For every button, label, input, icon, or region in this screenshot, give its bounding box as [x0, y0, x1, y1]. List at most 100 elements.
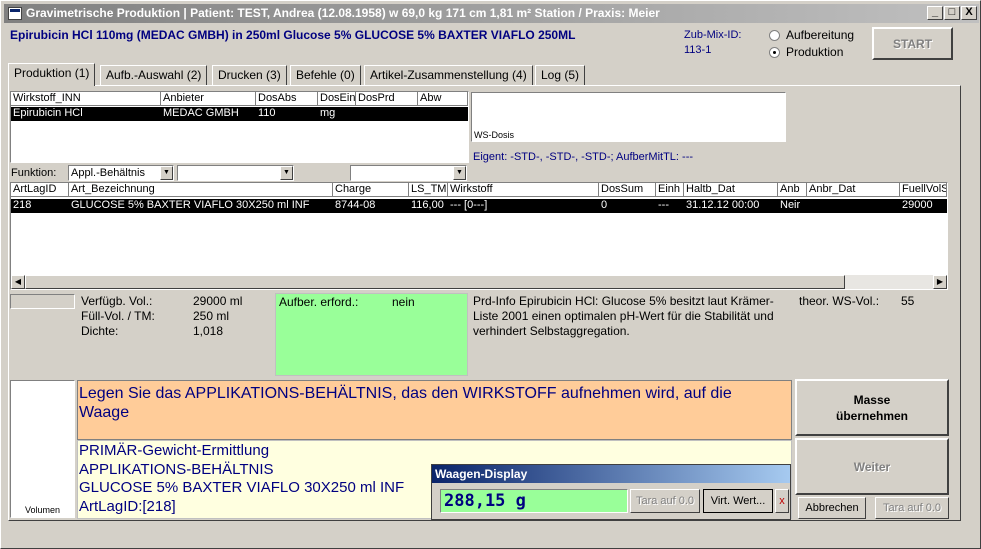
instruction-text: Legen Sie das APPLIKATIONS-BEHÄLTNIS, da… — [79, 385, 732, 421]
scroll-right-icon[interactable]: ▶ — [933, 275, 947, 289]
window-title: Gravimetrische Produktion | Patient: TES… — [26, 6, 660, 20]
app-icon — [8, 7, 22, 20]
cell: 0 — [601, 199, 608, 211]
column-header[interactable]: DosPrd — [356, 92, 418, 106]
column-header[interactable]: DosAbs — [256, 92, 318, 106]
cell: GLUCOSE 5% BAXTER VIAFLO 30X250 ml INF — [71, 199, 310, 211]
start-button[interactable]: START — [872, 27, 953, 60]
radio-produktion[interactable]: Produktion — [769, 45, 843, 59]
radio-aufbereitung[interactable]: Aufbereitung — [769, 28, 854, 42]
cell: 8744-08 — [335, 199, 376, 211]
column-header[interactable]: Art_Bezeichnung — [69, 183, 333, 197]
cell: 31.12.12 00:00 — [686, 199, 760, 211]
maximize-button[interactable]: □ — [944, 6, 960, 20]
column-header[interactable]: LS_TM — [409, 183, 448, 197]
product-description: Epirubicin HCl 110mg (MEDAC GMBH) in 250… — [10, 28, 576, 42]
artikel-grid-header: ArtLagID Art_Bezeichnung Charge LS_TM Wi… — [11, 183, 947, 197]
cell: 116,00 — [411, 199, 444, 211]
wirkstoff-grid[interactable]: Wirkstoff_INN Anbieter DosAbs DosEin Dos… — [10, 91, 469, 163]
chevron-down-icon[interactable]: ▼ — [280, 166, 293, 180]
table-row[interactable]: 218 GLUCOSE 5% BAXTER VIAFLO 30X250 ml I… — [11, 199, 947, 213]
scroll-left-icon[interactable]: ◀ — [11, 275, 25, 289]
artikel-grid[interactable]: ArtLagID Art_Bezeichnung Charge LS_TM Wi… — [10, 182, 948, 290]
tara-button[interactable]: Tara auf 0.0 — [875, 497, 949, 519]
column-header[interactable]: DosEin — [318, 92, 356, 106]
masse-uebernehmen-button[interactable]: Masse übernehmen — [795, 379, 949, 436]
cell: mg — [320, 107, 336, 119]
column-header[interactable]: Anbieter — [161, 92, 256, 106]
zub-mix-id-label: Zub-Mix-ID: — [684, 29, 742, 41]
column-header[interactable]: FuellVolS — [900, 183, 947, 197]
funktion-combo-value: Appl.-Behältnis — [71, 167, 145, 179]
column-header[interactable]: Wirkstoff — [448, 183, 599, 197]
column-header[interactable]: Wirkstoff_INN — [11, 92, 161, 106]
radio-circle-icon — [769, 29, 780, 41]
instruction-panel: Legen Sie das APPLIKATIONS-BEHÄLTNIS, da… — [77, 380, 792, 440]
waagen-title[interactable]: Waagen-Display — [432, 465, 790, 483]
eigent-text: Eigent: -STD-, -STD-, -STD-; AufberMitTL… — [473, 151, 694, 163]
tab-produktion[interactable]: Produktion (1) — [8, 63, 96, 86]
cell: 218 — [13, 199, 32, 211]
column-header[interactable]: Haltb_Dat — [684, 183, 778, 197]
abbrechen-button[interactable]: Abbrechen — [798, 497, 866, 519]
cell: MEDAC GMBH — [163, 107, 239, 119]
waagen-tara-button[interactable]: Tara auf 0.0 — [630, 489, 700, 513]
fuell-vol-value: 250 ml — [193, 309, 230, 323]
column-header[interactable]: Charge — [333, 183, 409, 197]
scroll-thumb[interactable] — [25, 275, 845, 289]
verfuegb-vol-value: 29000 ml — [193, 294, 243, 308]
table-row[interactable]: Epirubicin HCl MEDAC GMBH 110 mg — [11, 107, 468, 121]
chevron-down-icon[interactable]: ▼ — [453, 166, 466, 180]
cell — [418, 107, 468, 121]
column-header[interactable]: Anb — [778, 183, 807, 197]
weight-display: 288,15 g — [440, 489, 628, 513]
secondary-combo[interactable]: ▼ — [177, 165, 294, 181]
chevron-down-icon[interactable]: ▼ — [160, 166, 173, 180]
cell: Epirubicin HCl — [13, 107, 83, 119]
radio-aufbereitung-label: Aufbereitung — [786, 28, 855, 42]
tab-aufb-auswahl[interactable]: Aufb.-Auswahl (2) — [100, 65, 208, 85]
dichte-value: 1,018 — [193, 324, 224, 338]
cell: --- [0---] — [450, 199, 488, 211]
detail-line: APPLIKATIONS-BEHÄLTNIS — [79, 460, 274, 478]
column-header[interactable]: Einh — [656, 183, 684, 197]
weiter-button[interactable]: Weiter — [795, 438, 949, 495]
zub-mix-id-value: 113-1 — [684, 44, 712, 56]
virt-wert-button[interactable]: Virt. Wert... — [703, 489, 773, 513]
minimize-button[interactable]: _ — [927, 6, 943, 20]
waagen-display-window[interactable]: Waagen-Display 288,15 g Tara auf 0.0 Vir… — [431, 464, 791, 520]
dichte-label: Dichte: — [81, 324, 119, 338]
main-window: Gravimetrische Produktion | Patient: TES… — [0, 0, 981, 549]
aufber-panel: Aufber. erford.: nein — [275, 293, 468, 376]
ws-dosis-box: WS-Dosis — [471, 92, 786, 142]
funktion-combo[interactable]: Appl.-Behältnis ▼ — [68, 165, 174, 181]
funktion-label: Funktion: — [11, 167, 57, 179]
column-header[interactable]: Abw — [418, 92, 468, 106]
theor-ws-vol-label: theor. WS-Vol.: — [799, 294, 880, 308]
waagen-close-button[interactable]: x — [775, 489, 789, 513]
cell: Neir — [780, 199, 801, 211]
cell — [356, 107, 418, 121]
verfuegb-vol-label: Verfügb. Vol.: — [81, 294, 153, 308]
aufber-label: Aufber. erford.: — [279, 295, 359, 309]
fuell-vol-label: Füll-Vol. / TM: — [81, 309, 155, 323]
tab-log[interactable]: Log (5) — [535, 65, 586, 85]
detail-line: ArtLagID:[218] — [79, 497, 176, 515]
horizontal-scrollbar[interactable]: ◀ ▶ — [11, 275, 947, 289]
column-header[interactable]: ArtLagID — [11, 183, 69, 197]
column-header[interactable]: DosSum — [599, 183, 656, 197]
status-box — [10, 294, 75, 309]
tab-befehle[interactable]: Befehle (0) — [290, 65, 361, 85]
column-header[interactable]: Anbr_Dat — [807, 183, 900, 197]
close-button[interactable]: X — [961, 6, 977, 20]
tab-drucken[interactable]: Drucken (3) — [212, 65, 287, 85]
aufber-value: nein — [392, 295, 415, 309]
wirkstoff-grid-header: Wirkstoff_INN Anbieter DosAbs DosEin Dos… — [11, 92, 468, 106]
volumen-box: Volumen — [10, 380, 75, 518]
ws-dosis-label: WS-Dosis — [474, 130, 514, 140]
tab-artikel-zusammenstellung[interactable]: Artikel-Zusammenstellung (4) — [364, 65, 533, 85]
tertiary-combo[interactable]: ▼ — [350, 165, 467, 181]
title-bar[interactable]: Gravimetrische Produktion | Patient: TES… — [4, 4, 979, 23]
cell: --- — [658, 199, 669, 211]
detail-line: GLUCOSE 5% BAXTER VIAFLO 30X250 ml INF — [79, 479, 405, 496]
